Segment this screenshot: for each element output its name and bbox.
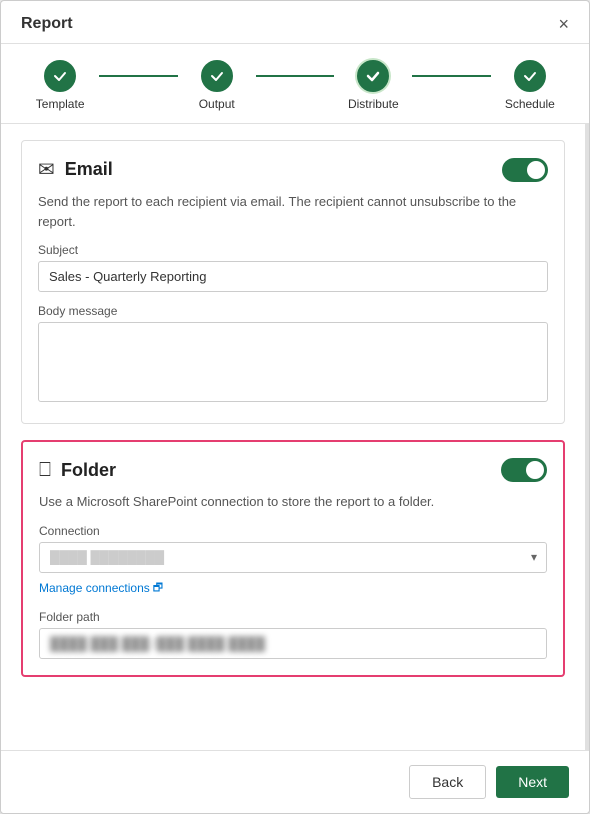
folder-icon: ⎕ xyxy=(39,459,51,482)
connection-label: Connection xyxy=(39,524,547,538)
connection-select[interactable]: ████ ████████ xyxy=(39,542,547,573)
step-schedule-label: Schedule xyxy=(505,97,555,111)
subject-field-group: Subject xyxy=(38,243,548,292)
close-button[interactable]: × xyxy=(558,15,569,33)
folder-path-input[interactable]: ████ ███ ███ /███ ████ ████ xyxy=(39,628,547,659)
external-link-icon: 🗗 xyxy=(153,579,163,598)
connection-field-group: Connection ████ ████████ ▾ Manage connec… xyxy=(39,524,547,598)
checkmark-icon xyxy=(52,68,68,84)
folder-card-title: Folder xyxy=(61,460,116,481)
connector-3 xyxy=(412,75,490,77)
folder-title-group: ⎕ Folder xyxy=(39,459,116,482)
subject-label: Subject xyxy=(38,243,548,257)
email-card: ✉ Email Send the report to each recipien… xyxy=(21,140,565,424)
step-distribute-circle xyxy=(357,60,389,92)
stepper: Template Output Distribute xyxy=(1,44,589,124)
folder-path-blurred: ████ ███ ███ /███ ████ ████ xyxy=(50,636,265,651)
step-output-circle xyxy=(201,60,233,92)
step-schedule-circle xyxy=(514,60,546,92)
connector-2 xyxy=(256,75,334,77)
next-button[interactable]: Next xyxy=(496,766,569,798)
connector-1 xyxy=(99,75,177,77)
dialog-footer: Back Next xyxy=(1,750,589,813)
email-title-group: ✉ Email xyxy=(38,157,113,182)
step-template-label: Template xyxy=(36,97,85,111)
folder-toggle[interactable] xyxy=(501,458,547,482)
folder-path-field-group: Folder path ████ ███ ███ /███ ████ ████ xyxy=(39,610,547,659)
folder-card: ⎕ Folder Use a Microsoft SharePoint conn… xyxy=(21,440,565,677)
email-card-title: Email xyxy=(65,159,113,180)
step-output[interactable]: Output xyxy=(178,60,256,111)
dialog-header: Report × xyxy=(1,1,589,44)
back-button[interactable]: Back xyxy=(409,765,486,799)
checkmark-icon xyxy=(365,68,381,84)
checkmark-icon xyxy=(522,68,538,84)
folder-description: Use a Microsoft SharePoint connection to… xyxy=(39,492,547,512)
content-area: ✉ Email Send the report to each recipien… xyxy=(1,124,589,750)
checkmark-icon xyxy=(209,68,225,84)
email-icon: ✉ xyxy=(38,157,55,182)
step-template[interactable]: Template xyxy=(21,60,99,111)
email-card-header: ✉ Email xyxy=(38,157,548,182)
dialog-title: Report xyxy=(21,15,73,33)
folder-path-label: Folder path xyxy=(39,610,547,624)
body-label: Body message xyxy=(38,304,548,318)
email-description: Send the report to each recipient via em… xyxy=(38,192,548,231)
step-output-label: Output xyxy=(199,97,235,111)
subject-input[interactable] xyxy=(38,261,548,292)
email-toggle[interactable] xyxy=(502,158,548,182)
body-input[interactable] xyxy=(38,322,548,402)
manage-connections-label: Manage connections xyxy=(39,581,150,595)
step-schedule[interactable]: Schedule xyxy=(491,60,569,111)
connection-select-wrapper: ████ ████████ ▾ xyxy=(39,542,547,573)
step-distribute[interactable]: Distribute xyxy=(334,60,412,111)
step-distribute-label: Distribute xyxy=(348,97,399,111)
manage-connections-link[interactable]: Manage connections 🗗 xyxy=(39,579,163,598)
step-template-circle xyxy=(44,60,76,92)
report-dialog: Report × Template Output xyxy=(0,0,590,814)
body-field-group: Body message xyxy=(38,304,548,407)
folder-card-header: ⎕ Folder xyxy=(39,458,547,482)
